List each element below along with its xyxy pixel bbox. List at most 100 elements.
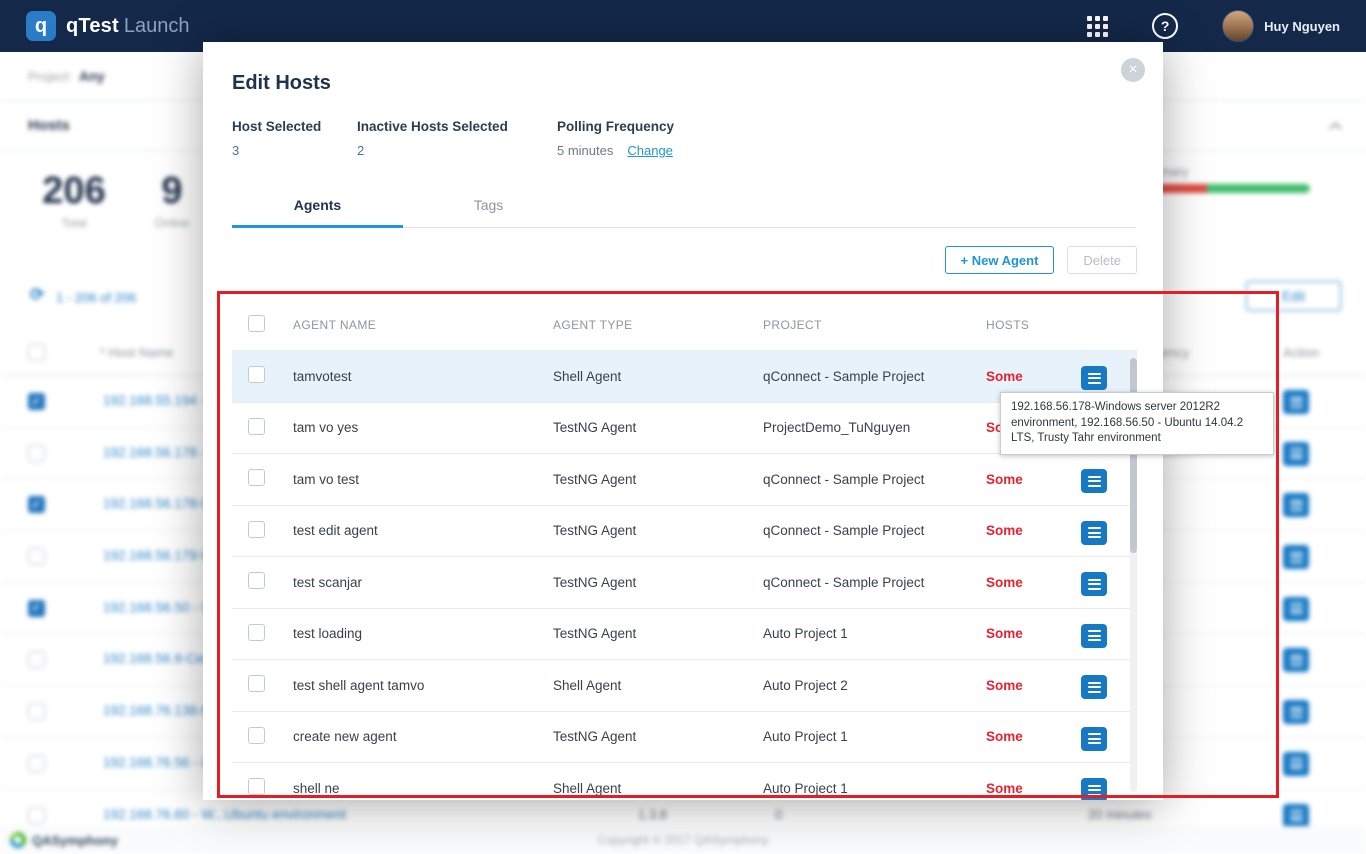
agent-name: shell ne xyxy=(293,781,553,796)
app-launcher-grid-icon[interactable] xyxy=(1087,16,1108,37)
agent-row-checkbox[interactable] xyxy=(248,521,265,538)
agent-hosts-link[interactable]: Some xyxy=(986,472,1073,487)
host-name-link[interactable]: 192.168.56.179-W xyxy=(103,548,214,563)
delete-button[interactable]: Delete xyxy=(1067,246,1137,274)
hosts-menu-icon[interactable] xyxy=(1081,469,1107,493)
agent-type: TestNG Agent xyxy=(553,729,763,744)
agent-project: qConnect - Sample Project xyxy=(763,523,986,538)
host-row-checkbox[interactable] xyxy=(28,548,45,565)
host-row-checkbox[interactable] xyxy=(28,807,45,824)
table-scrollbar-thumb[interactable] xyxy=(1130,358,1137,553)
pagination-text[interactable]: 1 - 206 of 206 xyxy=(56,290,136,305)
agent-table-row[interactable]: create new agent TestNG Agent Auto Proje… xyxy=(232,711,1137,763)
agent-row-checkbox[interactable] xyxy=(248,572,265,589)
agent-table-row[interactable]: shell ne Shell Agent Auto Project 1 Some xyxy=(232,762,1137,800)
hosts-menu-icon[interactable] xyxy=(1081,521,1107,545)
agent-hosts-link[interactable]: Some xyxy=(986,626,1073,641)
user-avatar[interactable] xyxy=(1222,10,1254,42)
agent-name: create new agent xyxy=(293,729,553,744)
edit-button[interactable]: Edit xyxy=(1246,281,1341,311)
host-row-checkbox[interactable] xyxy=(28,755,45,772)
host-action-menu-icon[interactable] xyxy=(1283,648,1309,672)
agent-table-row[interactable]: test edit agent TestNG Agent qConnect - … xyxy=(232,505,1137,557)
agent-type: TestNG Agent xyxy=(553,575,763,590)
host-row-checkbox[interactable] xyxy=(28,393,45,410)
agent-table-row[interactable]: test scanjar TestNG Agent qConnect - Sam… xyxy=(232,556,1137,608)
agent-hosts-link[interactable]: Some xyxy=(986,369,1073,384)
brand-name: qTest xyxy=(66,15,119,38)
agent-hosts-link[interactable]: Some xyxy=(986,575,1073,590)
inactive-hosts-label: Inactive Hosts Selected xyxy=(357,119,557,134)
agent-row-checkbox[interactable] xyxy=(248,624,265,641)
select-all-checkbox[interactable] xyxy=(28,344,45,361)
agent-name: tam vo test xyxy=(293,472,553,487)
hosts-menu-icon[interactable] xyxy=(1081,778,1107,800)
agent-hosts-link[interactable]: Some xyxy=(986,523,1073,538)
inactive-hosts-value: 2 xyxy=(357,143,557,158)
hosts-menu-icon[interactable] xyxy=(1081,366,1107,390)
page-footer: Copyright © 2017 QASymphony QASymphony xyxy=(0,826,1366,854)
agent-type: Shell Agent xyxy=(553,678,763,693)
host-action-menu-icon[interactable] xyxy=(1283,700,1309,724)
host-name-link[interactable]: 192.168.56.8-Cent xyxy=(103,651,215,666)
host-name-link[interactable]: 192.168.56.178 - V xyxy=(103,445,218,460)
agent-row-checkbox[interactable] xyxy=(248,675,265,692)
host-row-checkbox[interactable] xyxy=(28,496,45,513)
agent-name: test loading xyxy=(293,626,553,641)
host-name-link[interactable]: 192.168.56.178-W xyxy=(103,496,214,511)
agent-row-checkbox[interactable] xyxy=(248,778,265,795)
refresh-icon[interactable]: ⟳ xyxy=(30,285,44,305)
user-name[interactable]: Huy Nguyen xyxy=(1264,19,1340,34)
agent-row-checkbox[interactable] xyxy=(248,469,265,486)
host-row-checkbox[interactable] xyxy=(28,445,45,462)
agent-table-row[interactable]: test loading TestNG Agent Auto Project 1… xyxy=(232,608,1137,660)
hosts-menu-icon[interactable] xyxy=(1081,572,1107,596)
host-row-checkbox[interactable] xyxy=(28,600,45,617)
host-name-link[interactable]: 192.168.55.194 - V xyxy=(103,393,218,408)
hosts-menu-icon[interactable] xyxy=(1081,624,1107,648)
help-icon[interactable]: ? xyxy=(1152,13,1178,39)
host-action-menu-icon[interactable] xyxy=(1283,804,1309,828)
agent-name-column-header: AGENT NAME xyxy=(293,318,553,332)
host-action-menu-icon[interactable] xyxy=(1283,597,1309,621)
agent-table-row[interactable]: tam vo test TestNG Agent qConnect - Samp… xyxy=(232,453,1137,505)
host-row-checkbox[interactable] xyxy=(28,651,45,668)
agent-hosts-link[interactable]: Some xyxy=(986,678,1073,693)
tab-agents[interactable]: Agents xyxy=(232,186,403,227)
tab-tags[interactable]: Tags xyxy=(403,186,574,227)
agent-row-checkbox[interactable] xyxy=(248,366,265,383)
select-all-agents-checkbox[interactable] xyxy=(248,315,265,332)
host-selected-block: Host Selected 3 xyxy=(232,119,357,158)
agent-hosts-link[interactable]: Some xyxy=(986,729,1073,744)
host-name-column-header[interactable]: * Host Name xyxy=(100,345,174,360)
agent-row-checkbox[interactable] xyxy=(248,418,265,435)
agent-table-row[interactable]: test shell agent tamvo Shell Agent Auto … xyxy=(232,659,1137,711)
host-selected-label: Host Selected xyxy=(232,119,357,134)
agent-project: qConnect - Sample Project xyxy=(763,369,986,384)
host-agents-count: 0 xyxy=(775,807,782,822)
host-action-menu-icon[interactable] xyxy=(1283,493,1309,517)
host-action-menu-icon[interactable] xyxy=(1283,390,1309,414)
host-name-link[interactable]: 192.168.56.50 - Ub xyxy=(103,600,219,615)
change-link[interactable]: Change xyxy=(627,143,673,158)
stat-total-label: Total xyxy=(42,216,106,230)
host-action-menu-icon[interactable] xyxy=(1283,442,1309,466)
agent-project: Auto Project 1 xyxy=(763,781,986,796)
host-row-checkbox[interactable] xyxy=(28,703,45,720)
host-action-menu-icon[interactable] xyxy=(1283,545,1309,569)
host-name-link[interactable]: 192.168.76.56 - Lo xyxy=(103,755,216,770)
agent-row-checkbox[interactable] xyxy=(248,727,265,744)
host-name-link[interactable]: 192.168.76.60 - W...Ubuntu environment xyxy=(103,807,346,822)
close-icon[interactable]: × xyxy=(1121,58,1145,82)
qtest-logo-icon: q xyxy=(26,11,56,41)
host-action-menu-icon[interactable] xyxy=(1283,752,1309,776)
project-selector[interactable]: Any xyxy=(79,69,105,84)
host-name-link[interactable]: 192.168.76.138-M xyxy=(103,703,213,718)
new-agent-button[interactable]: + New Agent xyxy=(945,246,1055,274)
collapse-chevron-icon[interactable] xyxy=(1329,122,1342,135)
agent-type: TestNG Agent xyxy=(553,472,763,487)
hosts-menu-icon[interactable] xyxy=(1081,727,1107,751)
host-frequency: 20 minutes xyxy=(1088,807,1152,822)
agent-hosts-link[interactable]: Some xyxy=(986,781,1073,796)
hosts-menu-icon[interactable] xyxy=(1081,675,1107,699)
